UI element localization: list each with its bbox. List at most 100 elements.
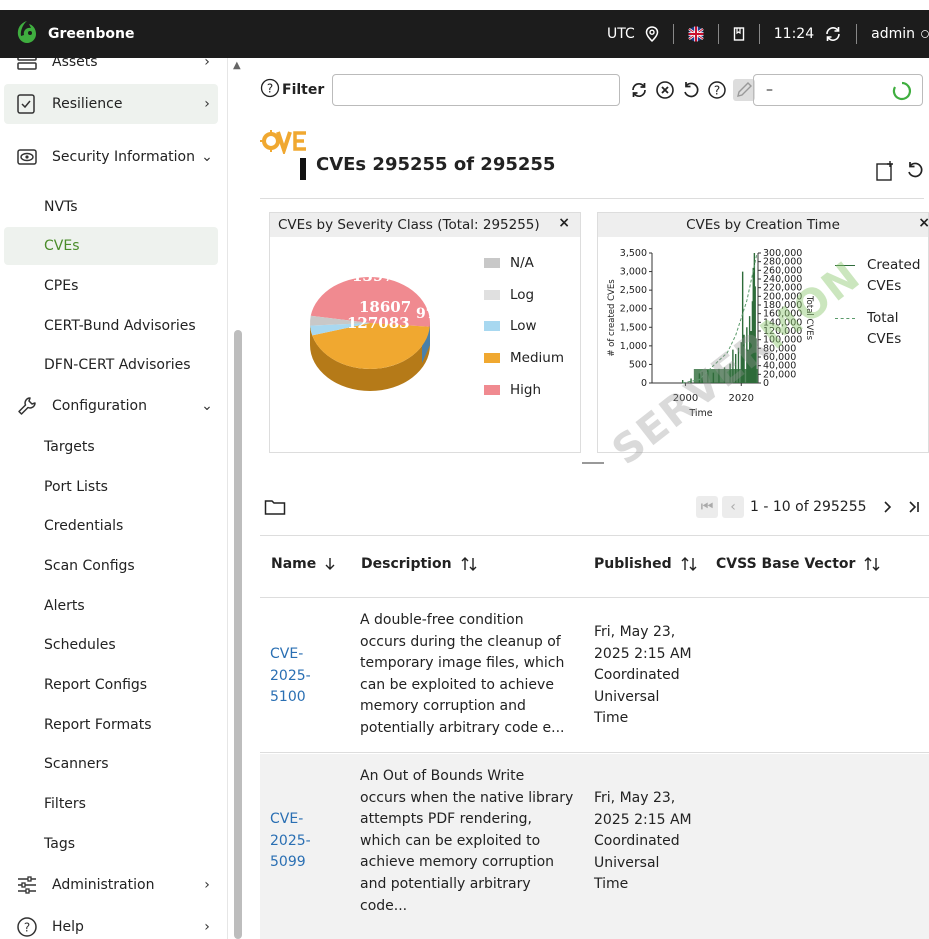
sidebar-item-label: Schedules (44, 637, 116, 653)
legend-high: High (484, 382, 541, 398)
sidebar-item-schedules[interactable]: Schedules (4, 626, 218, 664)
sidebar-item-dfn-cert[interactable]: DFN-CERT Advisories (4, 346, 218, 384)
reset-filter-icon[interactable] (681, 80, 701, 100)
legend-swatch (484, 385, 500, 395)
sort-desc-icon (324, 557, 336, 571)
refresh-icon[interactable] (824, 25, 842, 43)
column-header-published[interactable]: Published (594, 556, 698, 572)
chart-title: CVEs by Severity Class (Total: 295255) (278, 217, 540, 233)
sidebar-item-label: Tags (44, 836, 75, 852)
clear-filter-icon[interactable] (655, 80, 675, 100)
y-tick-label: 500 (629, 359, 647, 370)
legend-log: Log (484, 287, 534, 303)
cve-link[interactable]: CVE- 2025- 5099 (270, 809, 311, 874)
sidebar-item-filters[interactable]: Filters (4, 785, 218, 823)
edit-filter-icon[interactable] (733, 79, 756, 101)
sidebar-item-cpes[interactable]: CPEs (4, 267, 218, 305)
sidebar-item-nvts[interactable]: NVTs (4, 188, 218, 226)
chevron-right-icon: › (204, 877, 210, 893)
sidebar-item-label: NVTs (44, 199, 78, 215)
sidebar-item-report-formats[interactable]: Report Formats (4, 706, 218, 744)
y-tick-label: 2,500 (620, 285, 647, 296)
sidebar-item-resilience[interactable]: Resilience › (4, 84, 218, 124)
sidebar-scroll-thumb[interactable] (234, 330, 242, 939)
legend-total: Total CVEs (835, 308, 902, 350)
sidebar-item-label: Targets (44, 439, 95, 455)
legend-label: CVEs (867, 331, 902, 347)
filter-help-icon[interactable]: ? (260, 78, 280, 102)
y-tick-label: 3,000 (620, 267, 647, 278)
help-icon[interactable]: ? (707, 80, 727, 100)
user-icon[interactable] (921, 26, 929, 42)
sidebar-item-security-information[interactable]: Security Information ⌄ (4, 134, 218, 180)
sidebar-item-credentials[interactable]: Credentials (4, 507, 218, 545)
sidebar-item-help[interactable]: ? Help › (4, 907, 218, 939)
sidebar-item-assets[interactable]: Assets › (4, 58, 218, 74)
table-row[interactable]: CVE- 2025- 5099 An Out of Bounds Write occu… (260, 754, 929, 939)
pie-group: 13977718607127083 9789 (310, 267, 455, 391)
first-page-icon[interactable]: ⏮ (696, 496, 718, 518)
sidebar-item-port-lists[interactable]: Port Lists (4, 468, 218, 506)
sidebar-item-label: CERT-Bund Advisories (44, 318, 196, 334)
wrench-icon (16, 395, 46, 417)
filter-bar: ? Filter ? (260, 74, 758, 106)
manual-book-icon[interactable] (733, 27, 745, 41)
filter-select-value: – (766, 82, 773, 98)
sidebar-item-label: Configuration (52, 398, 147, 414)
sidebar-item-cves[interactable]: CVEs (4, 227, 218, 265)
sidebar-item-label: CPEs (44, 278, 79, 294)
sidebar-item-label: Scan Configs (44, 558, 135, 574)
column-header-label: Description (361, 556, 452, 572)
column-header-cvss[interactable]: CVSS Base Vector (716, 556, 881, 572)
brand[interactable]: Greenbone (14, 19, 134, 49)
sidebar-item-scanners[interactable]: Scanners (4, 745, 218, 783)
sidebar-item-administration[interactable]: Administration › (4, 865, 218, 905)
top-strip (0, 0, 929, 10)
cve-description: An Out of Bounds Write occurs when the na… (360, 768, 574, 914)
new-dashboard-icon[interactable] (875, 160, 895, 182)
sidebar-item-configuration[interactable]: Configuration ⌄ (4, 386, 218, 426)
sidebar-item-tags[interactable]: Tags (4, 825, 218, 863)
sliders-icon (16, 874, 46, 896)
uk-flag-icon[interactable] (688, 26, 704, 42)
table-row[interactable]: CVE- 2025- 5100 A double-free condition occ… (260, 598, 929, 753)
sidebar-item-cert-bund[interactable]: CERT-Bund Advisories (4, 307, 218, 345)
sidebar-item-scan-configs[interactable]: Scan Configs (4, 547, 218, 585)
sidebar-item-alerts[interactable]: Alerts (4, 587, 218, 625)
sidebar-item-targets[interactable]: Targets (4, 428, 218, 466)
sidebar-item-report-configs[interactable]: Report Configs (4, 666, 218, 704)
divider (260, 198, 924, 199)
close-icon[interactable]: × (918, 215, 929, 231)
chevron-right-icon: › (204, 919, 210, 935)
previous-page-icon[interactable]: ‹ (722, 496, 744, 518)
severity-pie-svg: 13977718607127083 9789 (310, 267, 455, 391)
separator (758, 24, 760, 44)
y-axis-label: # of created CVEs (607, 279, 617, 357)
filter-input[interactable] (332, 74, 621, 106)
reset-dashboard-icon[interactable] (905, 160, 925, 182)
refresh-filter-icon[interactable] (629, 80, 649, 100)
y-tick-label: 1,000 (620, 341, 647, 352)
sidebar-item-label: Resilience (52, 96, 123, 112)
last-page-icon[interactable] (907, 500, 921, 514)
separator (717, 24, 719, 44)
folder-icon[interactable] (264, 498, 286, 520)
sidebar: Assets › Resilience › Security Informati… (0, 58, 228, 939)
scroll-up-arrow-icon[interactable]: ▲ (233, 60, 241, 71)
sidebar-item-label: Port Lists (44, 479, 108, 495)
pie-data-label: 9789 (416, 306, 455, 322)
cve-link[interactable]: CVE- 2025- 5100 (270, 644, 311, 709)
sidebar-item-label: Administration (52, 877, 155, 893)
close-icon[interactable]: × (558, 215, 570, 231)
sort-icon (680, 556, 698, 572)
dashboard-resize-handle[interactable] (582, 462, 604, 464)
sidebar-item-label: Credentials (44, 518, 124, 534)
loading-spinner-icon (892, 81, 912, 105)
resilience-icon (16, 93, 46, 115)
column-header-description[interactable]: Description (361, 556, 478, 572)
user-name[interactable]: admin (871, 26, 915, 42)
sidebar-item-label: Help (52, 919, 84, 935)
filter-select[interactable]: – (753, 74, 923, 106)
column-header-name[interactable]: Name (271, 556, 336, 572)
next-page-icon[interactable] (881, 500, 893, 514)
